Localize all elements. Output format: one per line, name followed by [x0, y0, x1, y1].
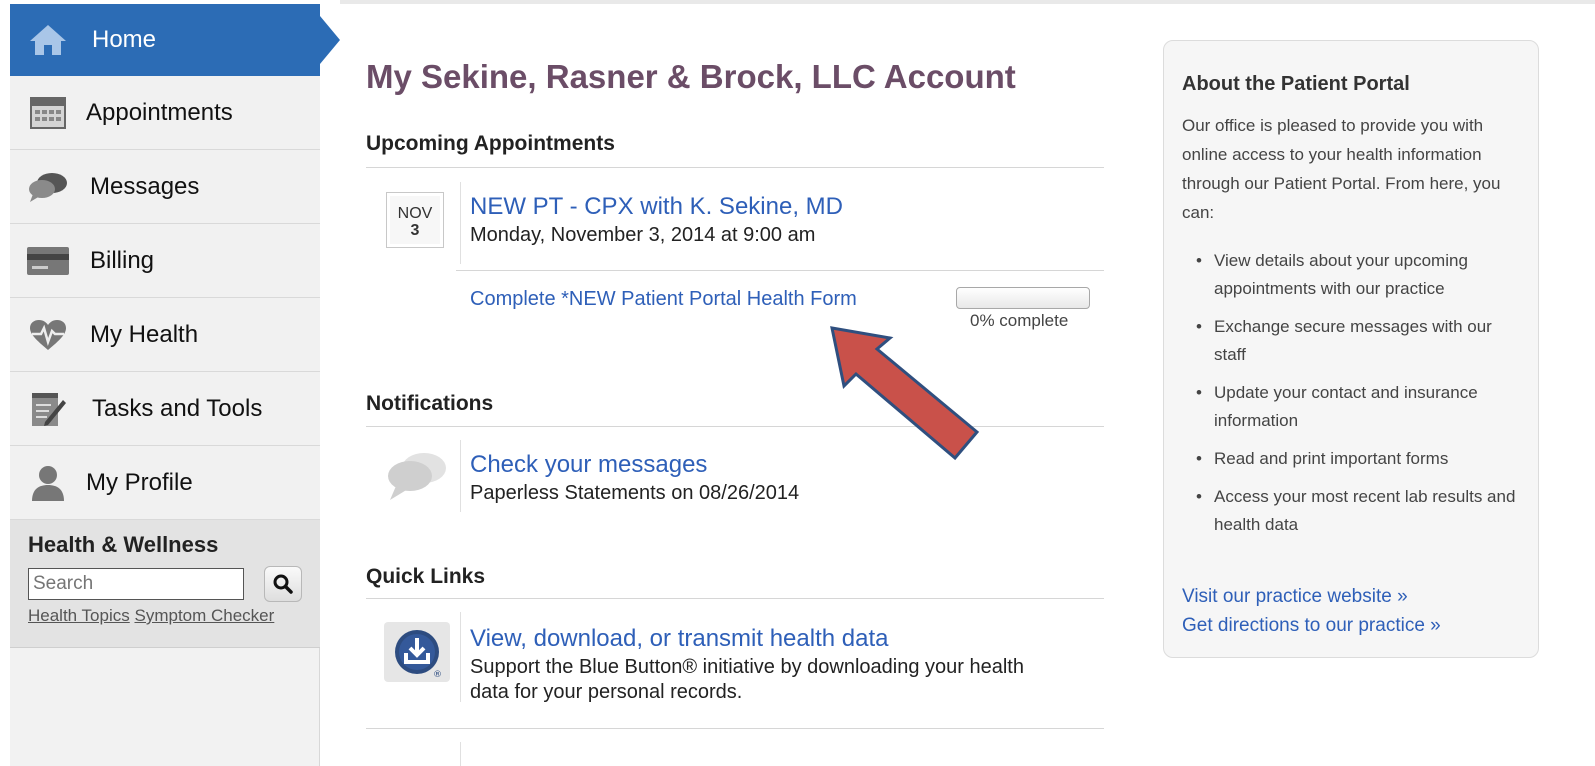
notifications-heading: Notifications [366, 392, 494, 415]
divider [460, 182, 461, 264]
notepad-pencil-icon [26, 391, 70, 427]
check-messages-link[interactable]: Check your messages [470, 451, 707, 479]
list-item: View details about your upcoming appoint… [1190, 247, 1520, 303]
list-item: Read and print important forms [1190, 445, 1520, 473]
quick-links-heading: Quick Links [366, 565, 486, 588]
page-title: My Sekine, Rasner & Brock, LLC Account [366, 58, 1016, 95]
symptom-checker-link[interactable]: Symptom Checker [134, 606, 274, 625]
sidebar-item-label: My Health [90, 320, 199, 348]
about-portal-panel: About the Patient Portal Our office is p… [1163, 40, 1539, 658]
health-topics-link[interactable]: Health Topics [28, 606, 130, 625]
main-content: My Sekine, Rasner & Brock, LLC Account U… [366, 0, 1106, 766]
home-icon [26, 22, 70, 58]
appointment-month: NOV [397, 205, 433, 222]
appointment-date-badge: NOV 3 [386, 192, 444, 248]
sidebar-item-tasks-and-tools[interactable]: Tasks and Tools [10, 372, 320, 446]
sidebar-item-my-profile[interactable]: My Profile [10, 446, 320, 520]
panel-intro: Our office is pleased to provide you wit… [1182, 116, 1501, 222]
divider [366, 598, 1104, 599]
divider [460, 612, 461, 702]
health-search-input[interactable] [28, 568, 244, 600]
appointment-datetime: Monday, November 3, 2014 at 9:00 am [470, 224, 816, 246]
sidebar-item-appointments[interactable]: Appointments [10, 76, 320, 150]
heart-pulse-icon [26, 317, 70, 353]
appointment-day: 3 [410, 222, 420, 239]
sidebar-item-messages[interactable]: Messages [10, 150, 320, 224]
view-download-transmit-link[interactable]: View, download, or transmit health data [470, 625, 888, 653]
panel-title: About the Patient Portal [1182, 73, 1410, 95]
sidebar-item-label: Billing [90, 246, 155, 274]
form-progress-bar [956, 287, 1090, 309]
svg-text:®: ® [433, 670, 442, 677]
divider [366, 728, 1104, 729]
quick-link-description-line2: data for your personal records. [470, 681, 743, 703]
appointment-title-link[interactable]: NEW PT - CPX with K. Sekine, MD [470, 193, 843, 221]
sidebar-item-label: Messages [90, 172, 200, 200]
annotation-arrow-icon [830, 326, 980, 461]
credit-card-icon [26, 243, 70, 279]
divider [456, 270, 1104, 271]
list-item: Exchange secure messages with our staff [1190, 313, 1520, 369]
sidebar-item-label: Home [92, 26, 157, 53]
list-item: Update your contact and insurance inform… [1190, 379, 1520, 435]
list-item: Access your most recent lab results and … [1190, 483, 1520, 539]
chat-bubble-icon [388, 453, 446, 500]
search-button[interactable] [264, 566, 302, 602]
sidebar-item-home[interactable]: Home [10, 4, 320, 76]
sidebar-item-my-health[interactable]: My Health [10, 298, 320, 372]
sidebar-item-billing[interactable]: Billing [10, 224, 320, 298]
person-icon [26, 465, 70, 501]
chat-bubble-icon [26, 169, 70, 205]
health-wellness-title: Health & Wellness [28, 532, 219, 557]
blue-button-download-icon[interactable]: ® [384, 622, 450, 682]
search-icon [273, 574, 293, 594]
divider [366, 167, 1104, 168]
sidebar-item-label: My Profile [86, 468, 193, 496]
calendar-icon [26, 95, 70, 131]
upcoming-appointments-heading: Upcoming Appointments [366, 132, 615, 155]
sidebar-item-label: Appointments [86, 98, 233, 126]
sidebar-item-label: Tasks and Tools [92, 394, 263, 422]
divider [460, 440, 461, 512]
health-form-link[interactable]: Complete *NEW Patient Portal Health Form [470, 288, 857, 311]
practice-directions-link[interactable]: Get directions to our practice » [1182, 615, 1441, 637]
health-wellness-box: Health & Wellness Health Topics Symptom … [10, 520, 320, 648]
notification-detail: Paperless Statements on 08/26/2014 [470, 482, 800, 504]
divider [366, 426, 1104, 427]
active-item-pointer [310, 4, 340, 76]
quick-link-description-line1: Support the Blue Button® initiative by d… [470, 656, 1024, 678]
panel-feature-list: View details about your upcoming appoint… [1190, 247, 1520, 549]
divider [460, 742, 461, 766]
sidebar-nav: Home Appointments Messages Billing My He… [10, 4, 320, 766]
practice-website-link[interactable]: Visit our practice website » [1182, 586, 1408, 608]
